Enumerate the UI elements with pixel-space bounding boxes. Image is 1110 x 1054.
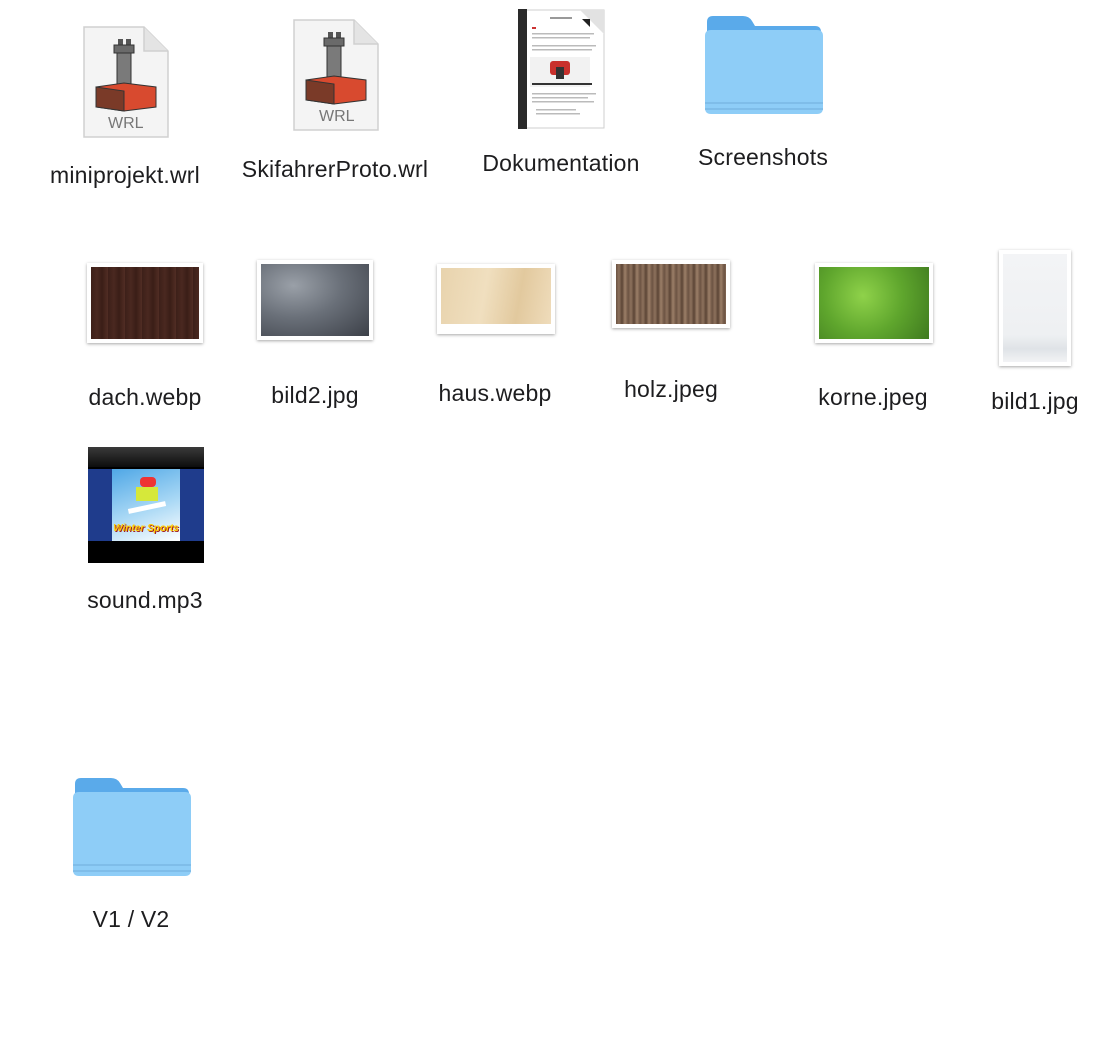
file-miniprojekt-wrl[interactable]: miniprojekt.wrl [0, 0, 250, 200]
file-name: haus.webp [438, 380, 552, 406]
file-type-badge: WRL [108, 115, 144, 132]
file-name: dach.webp [88, 384, 202, 410]
file-sound-mp3[interactable]: Winter Sports sound.mp3 [70, 440, 220, 620]
file-dach-webp[interactable]: dach.webp [70, 250, 220, 420]
file-skifahrerproto-wrl[interactable]: SkifahrerProto.wrl [230, 0, 450, 200]
file-name: sound.mp3 [87, 587, 203, 613]
image-thumbnail [999, 250, 1071, 366]
file-name: V1 / V2 [92, 906, 170, 932]
file-name: Screenshots [697, 144, 829, 170]
image-thumbnail [257, 260, 373, 340]
file-name: bild1.jpg [991, 388, 1079, 414]
file-dokumentation[interactable]: Dokumentation [460, 0, 660, 190]
album-art-thumbnail: Winter Sports [88, 447, 204, 563]
file-bild2-jpg[interactable]: bild2.jpg [240, 250, 390, 420]
document-icon [518, 9, 605, 129]
image-thumbnail [612, 260, 730, 328]
file-name: miniprojekt.wrl [50, 162, 200, 188]
folder-v1-v2[interactable]: V1 / V2 [40, 760, 230, 950]
file-type-badge: WRL [319, 108, 355, 125]
file-haus-webp[interactable]: haus.webp [420, 250, 570, 420]
file-name: SkifahrerProto.wrl [241, 156, 429, 182]
file-name: holz.jpeg [624, 376, 718, 402]
file-bild1-jpg[interactable]: bild1.jpg [970, 240, 1100, 420]
folder-icon [73, 778, 191, 876]
file-name: bild2.jpg [271, 382, 359, 408]
file-name: korne.jpeg [818, 384, 928, 410]
album-art-title: Winter Sports [113, 523, 179, 534]
folder-screenshots[interactable]: Screenshots [670, 0, 860, 190]
image-thumbnail [437, 264, 555, 334]
image-thumbnail [815, 263, 933, 343]
file-holz-jpeg[interactable]: holz.jpeg [595, 250, 745, 420]
image-thumbnail [87, 263, 203, 343]
file-name: Dokumentation [482, 150, 640, 176]
folder-icon [705, 16, 823, 114]
file-korne-jpeg[interactable]: korne.jpeg [798, 250, 948, 420]
